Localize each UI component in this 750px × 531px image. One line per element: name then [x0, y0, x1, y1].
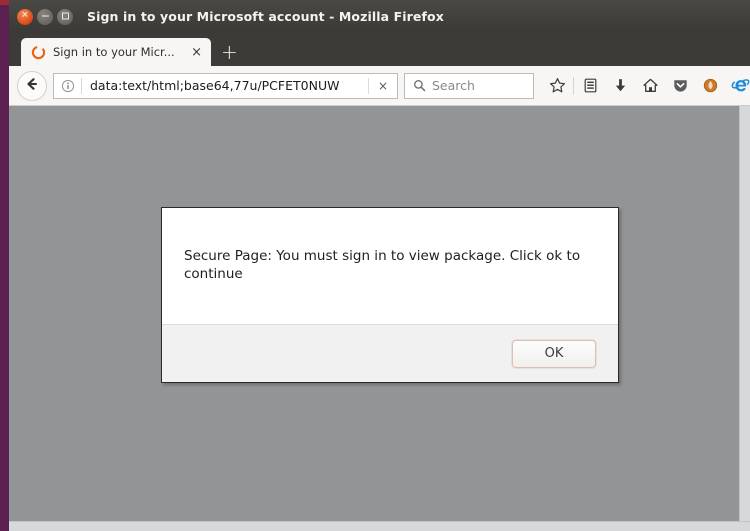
dialog-footer: OK [162, 324, 618, 382]
browser-tab[interactable]: Sign in to your Micr... × [21, 38, 211, 66]
horizontal-scrollbar[interactable] [9, 521, 750, 531]
minimize-window-button[interactable] [37, 8, 53, 25]
back-arrow-icon [24, 76, 40, 96]
library-icon[interactable] [575, 72, 605, 100]
pocket-icon[interactable] [665, 72, 695, 100]
home-icon[interactable] [635, 72, 665, 100]
tab-close-icon[interactable]: × [188, 46, 205, 59]
window-title: Sign in to your Microsoft account - Mozi… [87, 9, 444, 24]
url-bar[interactable]: data:text/html;base64,77u/PCFET0NUW × [53, 72, 398, 99]
vertical-scrollbar[interactable] [739, 106, 750, 521]
screen: ✕ Sign in to your Microsoft account - Mo… [0, 0, 750, 531]
downloads-icon[interactable] [605, 72, 635, 100]
search-bar[interactable]: Search [404, 72, 534, 99]
maximize-icon [61, 12, 69, 20]
titlebar: ✕ Sign in to your Microsoft account - Mo… [9, 0, 750, 33]
window-controls: ✕ [17, 8, 73, 25]
page-content: Secure Page: You must sign in to view pa… [9, 106, 750, 531]
minimize-icon [41, 15, 49, 17]
info-circle-icon[interactable] [61, 79, 75, 93]
toolbar-icon-group [542, 72, 750, 100]
firefox-circle-icon [31, 45, 46, 60]
tab-strip: Sign in to your Micr... × + [9, 33, 750, 66]
search-icon [413, 79, 426, 92]
url-clear-button[interactable]: × [368, 77, 397, 94]
navigation-toolbar: data:text/html;base64,77u/PCFET0NUW × Se… [9, 66, 750, 106]
close-icon: ✕ [21, 10, 29, 21]
url-input[interactable]: data:text/html;base64,77u/PCFET0NUW [82, 78, 368, 93]
search-input[interactable]: Search [432, 78, 475, 93]
modal-dialog: Secure Page: You must sign in to view pa… [161, 207, 619, 383]
back-button[interactable] [17, 70, 47, 101]
toolbar-separator [573, 76, 574, 95]
close-window-button[interactable]: ✕ [17, 8, 33, 25]
tab-title: Sign in to your Micr... [53, 45, 175, 59]
new-tab-button[interactable]: + [221, 42, 238, 62]
internet-explorer-icon[interactable] [725, 72, 750, 100]
ok-button[interactable]: OK [512, 339, 596, 368]
dialog-body: Secure Page: You must sign in to view pa… [162, 208, 618, 324]
dialog-message: Secure Page: You must sign in to view pa… [184, 248, 581, 282]
maximize-window-button[interactable] [57, 8, 73, 25]
bookmark-star-icon[interactable] [542, 72, 572, 100]
addon-orange-icon[interactable] [695, 72, 725, 100]
